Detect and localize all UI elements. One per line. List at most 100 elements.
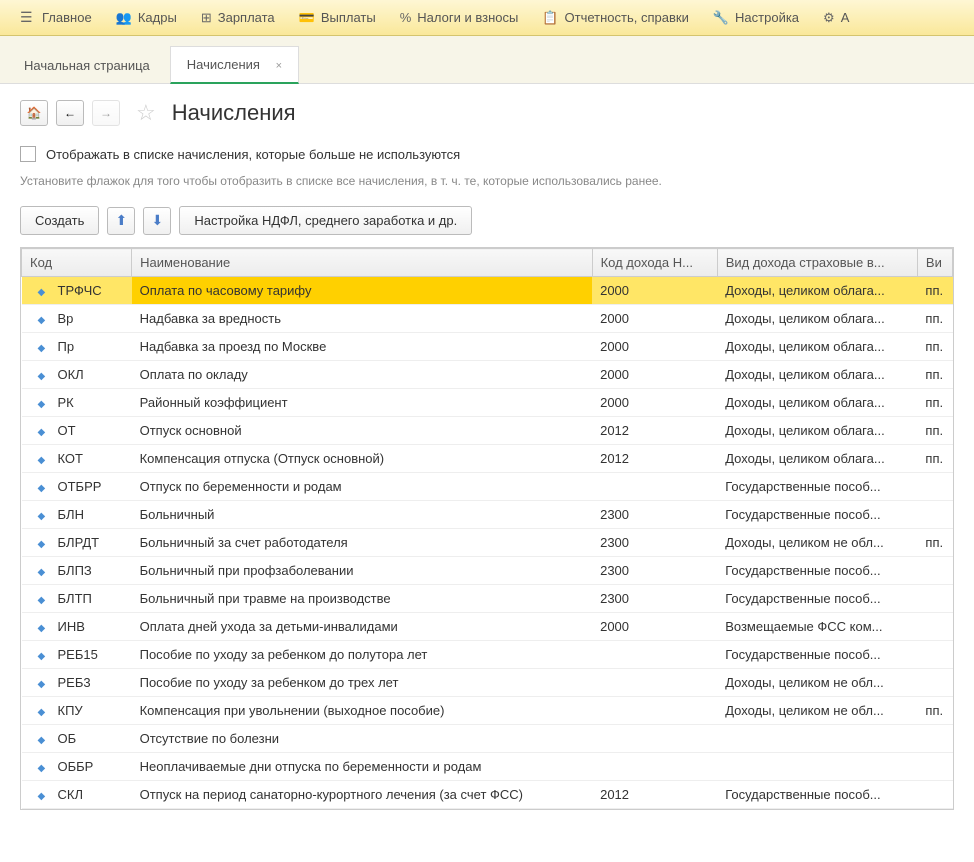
filter-label: Отображать в списке начисления, которые … <box>46 147 460 162</box>
cell-extra: пп. <box>917 697 952 725</box>
table-row[interactable]: КОТКомпенсация отпуска (Отпуск основной)… <box>22 445 953 473</box>
cell-name: Отпуск на период санаторно-курортного ле… <box>132 781 592 809</box>
people-icon: 👥 <box>116 10 132 26</box>
table-row[interactable]: ТРФЧСОплата по часовому тарифу2000Доходы… <box>22 277 953 305</box>
cell-extra: пп. <box>917 417 952 445</box>
nav-payments[interactable]: 💳 Выплаты <box>287 0 388 35</box>
table-row[interactable]: СКЛОтпуск на период санаторно-курортного… <box>22 781 953 809</box>
nav-label: Кадры <box>138 10 177 25</box>
close-icon[interactable]: × <box>276 60 282 72</box>
table-row[interactable]: РЕБ15Пособие по уходу за ребенком до пол… <box>22 641 953 669</box>
nav-salary[interactable]: ⊞ Зарплата <box>189 0 287 35</box>
nav-taxes[interactable]: % Налоги и взносы <box>388 0 531 35</box>
cell-insurance: Доходы, целиком облага... <box>717 305 917 333</box>
cell-income: 2300 <box>592 501 717 529</box>
cell-extra <box>917 669 952 697</box>
nav-main[interactable]: Главное <box>8 0 104 35</box>
nav-label: Настройка <box>735 10 799 25</box>
cell-name: Надбавка за проезд по Москве <box>132 333 592 361</box>
row-icon <box>38 763 52 771</box>
move-down-button[interactable] <box>143 207 171 235</box>
table-row[interactable]: ИНВОплата дней ухода за детьми-инвалидам… <box>22 613 953 641</box>
table-row[interactable]: ВрНадбавка за вредность2000Доходы, целик… <box>22 305 953 333</box>
cell-income: 2000 <box>592 613 717 641</box>
ndfl-settings-button[interactable]: Настройка НДФЛ, среднего заработка и др. <box>179 206 472 235</box>
cell-extra <box>917 613 952 641</box>
header-income-code[interactable]: Код дохода Н... <box>592 249 717 277</box>
table-row[interactable]: ОТОтпуск основной2012Доходы, целиком обл… <box>22 417 953 445</box>
row-icon <box>38 707 52 715</box>
cell-insurance: Государственные пособ... <box>717 501 917 529</box>
favorite-icon[interactable]: ☆ <box>136 100 156 126</box>
header-insurance[interactable]: Вид дохода страховые в... <box>717 249 917 277</box>
grid-icon: ⊞ <box>201 10 212 26</box>
row-icon <box>38 651 52 659</box>
nav-label: Налоги и взносы <box>417 10 518 25</box>
wrench-icon: 🔧 <box>713 10 729 26</box>
cell-income <box>592 697 717 725</box>
table-row[interactable]: ОТБРРОтпуск по беременности и родамГосуд… <box>22 473 953 501</box>
tab-label: Начисления <box>187 57 260 72</box>
cell-income: 2000 <box>592 305 717 333</box>
cell-code: ОТБРР <box>22 473 132 501</box>
header-extra[interactable]: Ви <box>917 249 952 277</box>
cell-insurance: Доходы, целиком облага... <box>717 389 917 417</box>
cell-name: Оплата дней ухода за детьми-инвалидами <box>132 613 592 641</box>
row-icon <box>38 287 52 295</box>
row-icon <box>38 791 52 799</box>
nav-reports[interactable]: 📋 Отчетность, справки <box>530 0 701 35</box>
table-row[interactable]: БЛРДТБольничный за счет работодателя2300… <box>22 529 953 557</box>
table-row[interactable]: ПрНадбавка за проезд по Москве2000Доходы… <box>22 333 953 361</box>
cell-income: 2012 <box>592 781 717 809</box>
cell-code: КОТ <box>22 445 132 473</box>
create-button[interactable]: Создать <box>20 206 99 235</box>
cell-income: 2012 <box>592 445 717 473</box>
table-row[interactable]: ОБОтсутствие по болезни <box>22 725 953 753</box>
cell-code: Пр <box>22 333 132 361</box>
cell-insurance: Доходы, целиком облага... <box>717 417 917 445</box>
cell-code: Вр <box>22 305 132 333</box>
table-row[interactable]: БЛНБольничный2300Государственные пособ..… <box>22 501 953 529</box>
cell-extra: пп. <box>917 529 952 557</box>
cell-code: БЛН <box>22 501 132 529</box>
cell-code: БЛПЗ <box>22 557 132 585</box>
forward-button[interactable]: → <box>92 100 120 126</box>
cell-extra <box>917 781 952 809</box>
table-row[interactable]: КПУКомпенсация при увольнении (выходное … <box>22 697 953 725</box>
home-button[interactable]: 🏠 <box>20 100 48 126</box>
show-unused-checkbox[interactable] <box>20 146 36 162</box>
cell-insurance: Возмещаемые ФСС ком... <box>717 613 917 641</box>
cell-code: ОББР <box>22 753 132 781</box>
cell-insurance: Государственные пособ... <box>717 781 917 809</box>
cell-name: Компенсация при увольнении (выходное пос… <box>132 697 592 725</box>
cell-name: Больничный при травме на производстве <box>132 585 592 613</box>
nav-extra[interactable]: ⚙ А <box>811 0 861 35</box>
table-row[interactable]: ОББРНеоплачиваемые дни отпуска по береме… <box>22 753 953 781</box>
cell-insurance: Доходы, целиком облага... <box>717 333 917 361</box>
cell-insurance: Доходы, целиком облага... <box>717 277 917 305</box>
table-row[interactable]: РКРайонный коэффициент2000Доходы, целико… <box>22 389 953 417</box>
back-button[interactable]: ← <box>56 100 84 126</box>
cell-code: РЕБ15 <box>22 641 132 669</box>
table-row[interactable]: РЕБ3Пособие по уходу за ребенком до трех… <box>22 669 953 697</box>
header-name[interactable]: Наименование <box>132 249 592 277</box>
nav-label: Зарплата <box>218 10 275 25</box>
tab-home[interactable]: Начальная страница <box>8 48 166 83</box>
page-header: 🏠 ← → ☆ Начисления <box>0 84 974 138</box>
cell-name: Районный коэффициент <box>132 389 592 417</box>
cell-extra: пп. <box>917 361 952 389</box>
table-row[interactable]: БЛПЗБольничный при профзаболевании2300Го… <box>22 557 953 585</box>
tab-accruals[interactable]: Начисления × <box>170 46 299 84</box>
cell-income <box>592 669 717 697</box>
nav-label: Выплаты <box>321 10 376 25</box>
cell-code: РЕБ3 <box>22 669 132 697</box>
header-code[interactable]: Код <box>22 249 132 277</box>
move-up-button[interactable] <box>107 207 135 235</box>
table-row[interactable]: БЛТПБольничный при травме на производств… <box>22 585 953 613</box>
row-icon <box>38 511 52 519</box>
nav-personnel[interactable]: 👥 Кадры <box>104 0 189 35</box>
cell-name: Больничный при профзаболевании <box>132 557 592 585</box>
table-row[interactable]: ОКЛОплата по окладу2000Доходы, целиком о… <box>22 361 953 389</box>
nav-settings[interactable]: 🔧 Настройка <box>701 0 811 35</box>
row-icon <box>38 679 52 687</box>
